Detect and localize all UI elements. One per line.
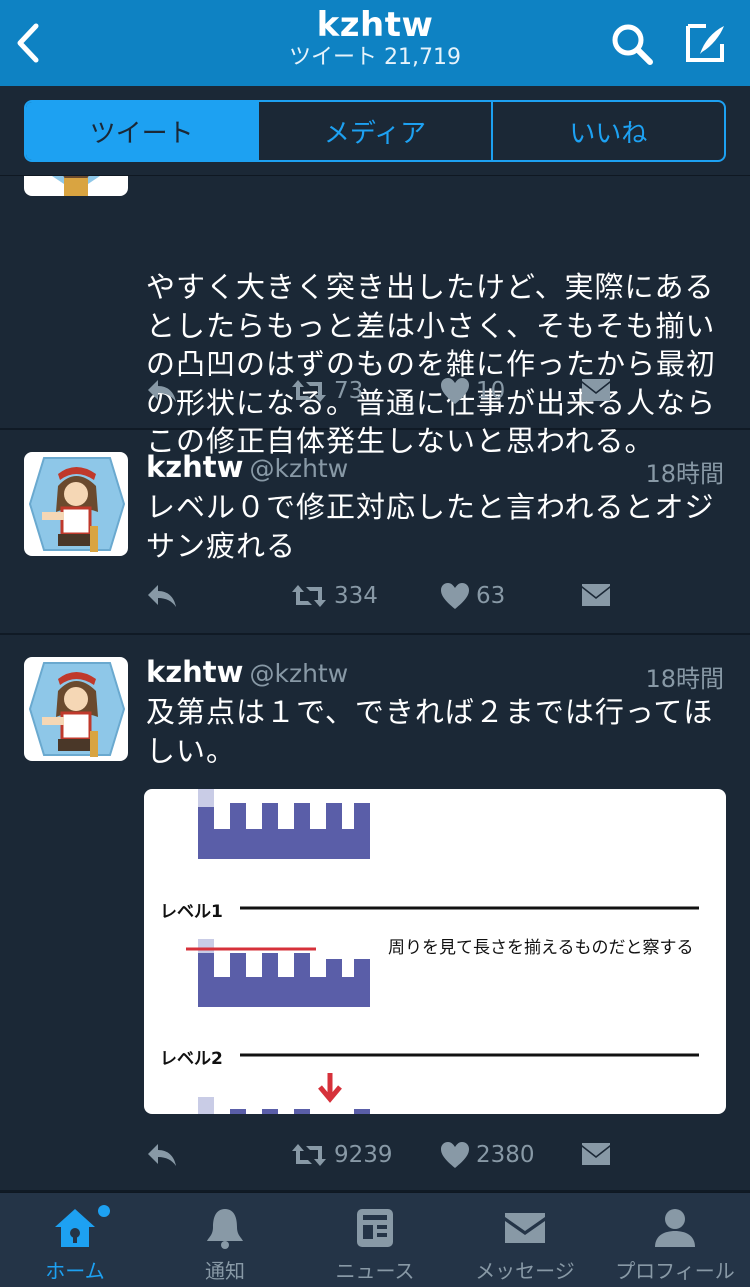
avatar[interactable]: [24, 657, 128, 761]
tab-news[interactable]: ニュース: [300, 1193, 450, 1287]
dm-share-button[interactable]: [580, 374, 612, 408]
reply-button[interactable]: [146, 374, 178, 408]
home-icon: [55, 1209, 95, 1247]
top-navigation-bar: kzhtw ツイート 21,719: [0, 0, 750, 86]
tweet-actions: 334 63: [146, 579, 626, 613]
header-title-block: kzhtw ツイート 21,719: [175, 6, 575, 72]
avatar-image: [28, 457, 126, 552]
reply-button[interactable]: [146, 579, 178, 613]
like-count: 63: [476, 583, 506, 609]
dm-share-button[interactable]: [580, 1138, 612, 1172]
search-icon: [612, 24, 653, 65]
compose-tweet-button[interactable]: [680, 18, 730, 68]
envelope-icon: [505, 1213, 545, 1243]
envelope-icon: [582, 584, 610, 606]
heart-icon: [441, 583, 469, 609]
tweet-actions: 9239 2380: [146, 1138, 626, 1172]
chevron-left-icon: [17, 23, 39, 63]
reply-icon: [148, 380, 176, 402]
retweet-button[interactable]: 334: [290, 579, 378, 613]
like-button[interactable]: 63: [440, 579, 505, 613]
tweet-text: 及第点は１で、できれば２までは行ってほしい。: [146, 695, 714, 768]
tab-label: プロフィール: [615, 1259, 735, 1283]
tweet-actions: 73 10: [146, 374, 626, 408]
compose-icon: [686, 24, 724, 62]
tab-home[interactable]: ホーム: [0, 1193, 150, 1287]
tab-tweets[interactable]: ツイート: [26, 102, 258, 160]
tab-profile[interactable]: プロフィール: [600, 1193, 750, 1287]
page-title: kzhtw: [316, 5, 434, 45]
envelope-icon: [582, 1143, 610, 1165]
reply-button[interactable]: [146, 1138, 178, 1172]
user-handle: @kzhtw: [249, 659, 349, 688]
retweet-icon: [292, 380, 326, 402]
tab-notifications[interactable]: 通知: [150, 1193, 300, 1287]
segmented-control: ツイート メディア いいね: [24, 100, 726, 162]
tab-label: 通知: [205, 1259, 245, 1283]
tweet-author[interactable]: kzhtw @kzhtw: [146, 450, 348, 484]
heart-icon: [441, 378, 469, 404]
envelope-icon: [582, 379, 610, 401]
bell-icon: [207, 1209, 243, 1249]
tab-label: ホーム: [45, 1259, 105, 1283]
like-button[interactable]: 2380: [440, 1138, 535, 1172]
tab-messages[interactable]: メッセージ: [450, 1193, 600, 1287]
level-2-label: レベル2: [160, 1049, 223, 1069]
retweet-icon: [292, 1144, 326, 1166]
display-name: kzhtw: [146, 450, 244, 484]
tweet-count: ツイート 21,719: [289, 45, 461, 70]
avatar[interactable]: [24, 452, 128, 556]
profile-segment-bar: ツイート メディア いいね: [0, 86, 750, 176]
reply-icon: [148, 1144, 176, 1166]
bottom-tab-bar: ホーム 通知 ニュース メッセージ プロフィール: [0, 1192, 750, 1287]
display-name: kzhtw: [146, 655, 244, 689]
tab-label: メッセージ: [475, 1259, 575, 1283]
retweet-icon: [292, 585, 326, 607]
retweet-button[interactable]: 73: [290, 374, 363, 408]
heart-icon: [441, 1142, 469, 1168]
retweet-count: 9239: [334, 1142, 393, 1168]
tab-media[interactable]: メディア: [257, 102, 490, 160]
person-icon: [655, 1209, 695, 1247]
reply-icon: [148, 585, 176, 607]
like-count: 2380: [476, 1142, 535, 1168]
search-button[interactable]: [608, 20, 656, 68]
back-button[interactable]: [10, 18, 50, 68]
tweet-timestamp: 18時間: [645, 665, 724, 693]
tab-label: ニュース: [335, 1259, 415, 1283]
new-content-dot: [98, 1205, 110, 1217]
retweet-button[interactable]: 9239: [290, 1138, 393, 1172]
user-handle: @kzhtw: [249, 454, 349, 483]
tweet-author[interactable]: kzhtw @kzhtw: [146, 655, 348, 689]
media-caption: 周りを見て長さを揃えるものだと察する: [388, 938, 694, 958]
like-count: 10: [476, 378, 506, 404]
tab-likes[interactable]: いいね: [490, 102, 724, 160]
retweet-count: 73: [334, 378, 364, 404]
like-button[interactable]: 10: [440, 374, 505, 408]
level-1-label: レベル1: [160, 902, 223, 922]
tweet-text: レベル０で修正対応したと言われるとオジサン疲れる: [146, 490, 715, 563]
tweet-timestamp: 18時間: [645, 460, 724, 488]
avatar-image: [28, 662, 126, 757]
retweet-count: 334: [334, 583, 378, 609]
news-icon: [357, 1209, 393, 1247]
dm-share-button[interactable]: [580, 579, 612, 613]
tweet-media-image[interactable]: レベル1 周りを見て長さを揃えるものだと察する レベル2: [144, 789, 726, 1114]
